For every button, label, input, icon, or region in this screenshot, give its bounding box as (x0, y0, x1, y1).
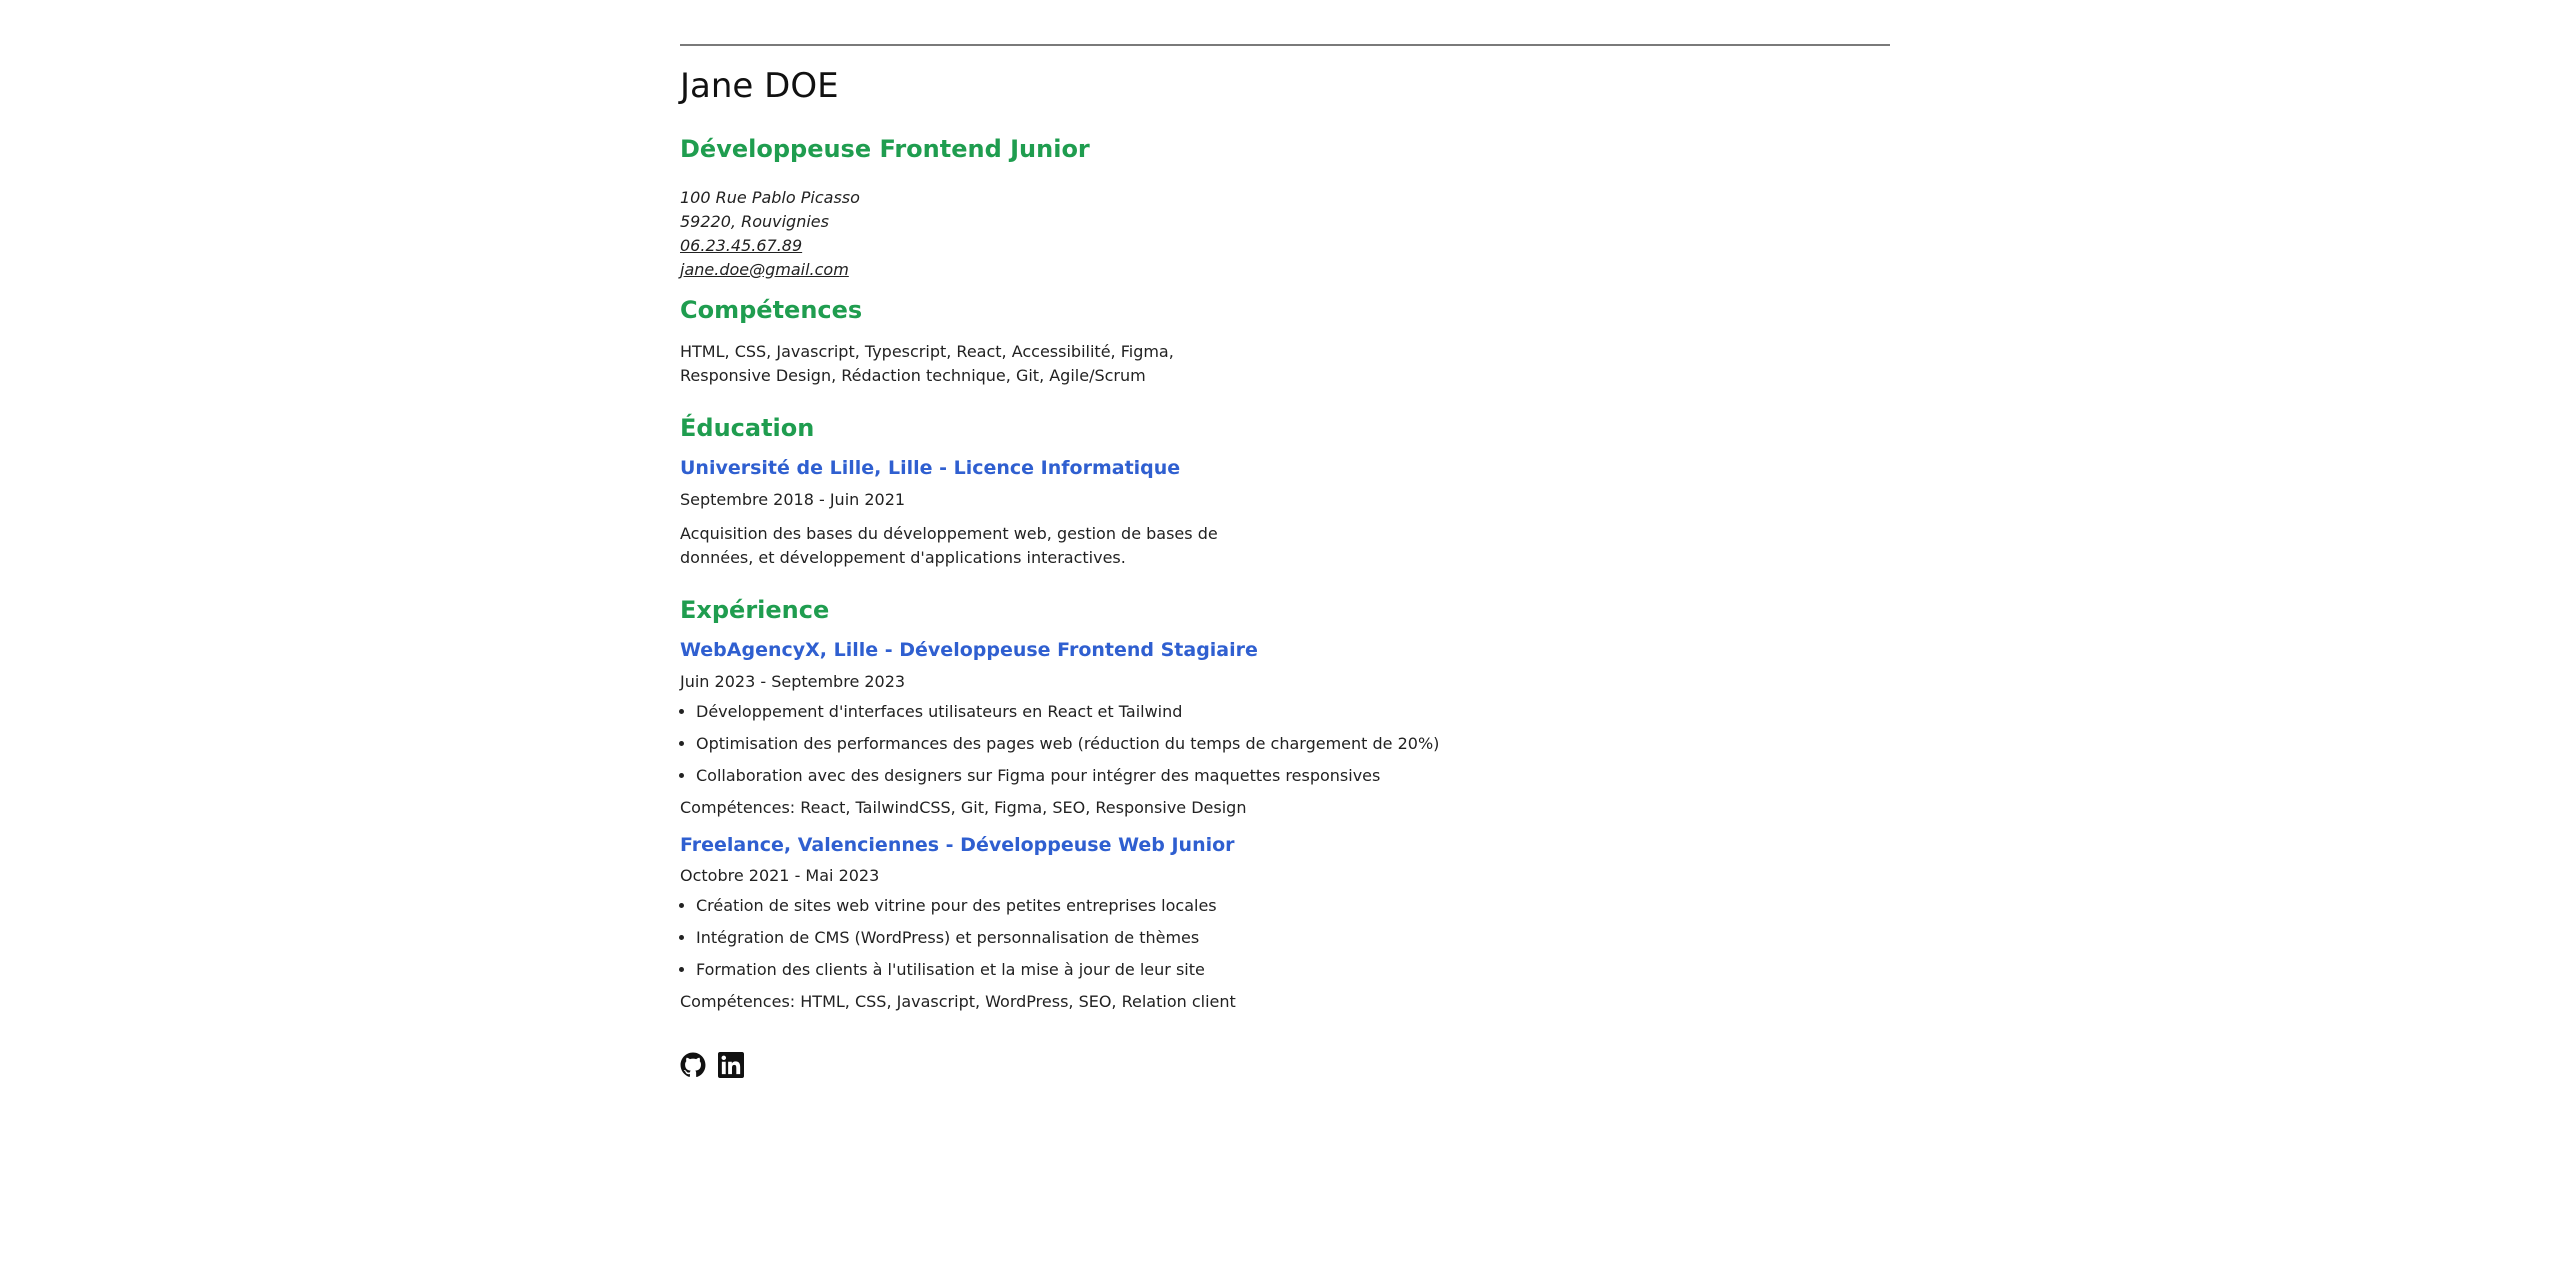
skills-section: Compétences HTML, CSS, Javascript, Types… (680, 296, 1890, 389)
linkedin-icon (718, 1052, 744, 1079)
job-entry: Freelance, Valenciennes - Développeuse W… (680, 834, 1890, 1013)
education-dates: Septembre 2018 - Juin 2021 (680, 489, 906, 509)
job-role: Développeuse Frontend Junior (680, 134, 1090, 163)
job-bullets: Création de sites web vitrine pour des p… (680, 896, 1890, 980)
job-entry: WebAgencyX, Lille - Développeuse Fronten… (680, 639, 1890, 818)
linkedin-link[interactable] (718, 1052, 744, 1079)
address-city: 59220, Rouvignies (680, 211, 829, 231)
list-item: Création de sites web vitrine pour des p… (696, 896, 1890, 916)
list-item: Formation des clients à l'utilisation et… (696, 960, 1890, 980)
job-bullets: Développement d'interfaces utilisateurs … (680, 702, 1890, 786)
list-item: Optimisation des performances des pages … (696, 734, 1890, 754)
job-dates: Octobre 2021 - Mai 2023 (680, 866, 880, 886)
education-section: Éducation Université de Lille, Lille - L… (680, 414, 1890, 570)
social-links (680, 1052, 1890, 1079)
skills-list: HTML, CSS, Javascript, Typescript, React… (680, 342, 1174, 386)
job-title: Freelance, Valenciennes - Développeuse W… (680, 833, 1235, 856)
phone-link[interactable]: 06.23.45.67.89 (680, 236, 802, 255)
contact-block: 100 Rue Pablo Picasso 59220, Rouvignies … (680, 186, 1890, 282)
address-street: 100 Rue Pablo Picasso (680, 187, 860, 207)
list-item: Développement d'interfaces utilisateurs … (696, 702, 1890, 722)
job-dates: Juin 2023 - Septembre 2023 (680, 671, 906, 691)
github-icon (680, 1052, 706, 1078)
job-skills: Compétences: HTML, CSS, Javascript, Word… (680, 992, 1236, 1012)
job-title: WebAgencyX, Lille - Développeuse Fronten… (680, 638, 1258, 661)
experience-title: Expérience (680, 595, 830, 624)
education-entry-title: Université de Lille, Lille - Licence Inf… (680, 457, 1181, 480)
list-item: Collaboration avec des designers sur Fig… (696, 766, 1890, 786)
email-link[interactable]: jane.doe@gmail.com (680, 260, 849, 279)
person-name: Jane DOE (680, 66, 839, 106)
education-description: Acquisition des bases du développement w… (680, 523, 1218, 567)
experience-section: Expérience WebAgencyX, Lille - Développe… (680, 596, 1890, 1012)
top-divider (680, 44, 1890, 46)
resume-page: Jane DOE Développeuse Frontend Junior 10… (680, 44, 1890, 1079)
github-link[interactable] (680, 1052, 706, 1078)
skills-title: Compétences (680, 295, 863, 324)
education-title: Éducation (680, 414, 815, 443)
list-item: Intégration de CMS (WordPress) et person… (696, 928, 1890, 948)
job-skills: Compétences: React, TailwindCSS, Git, Fi… (680, 797, 1247, 817)
